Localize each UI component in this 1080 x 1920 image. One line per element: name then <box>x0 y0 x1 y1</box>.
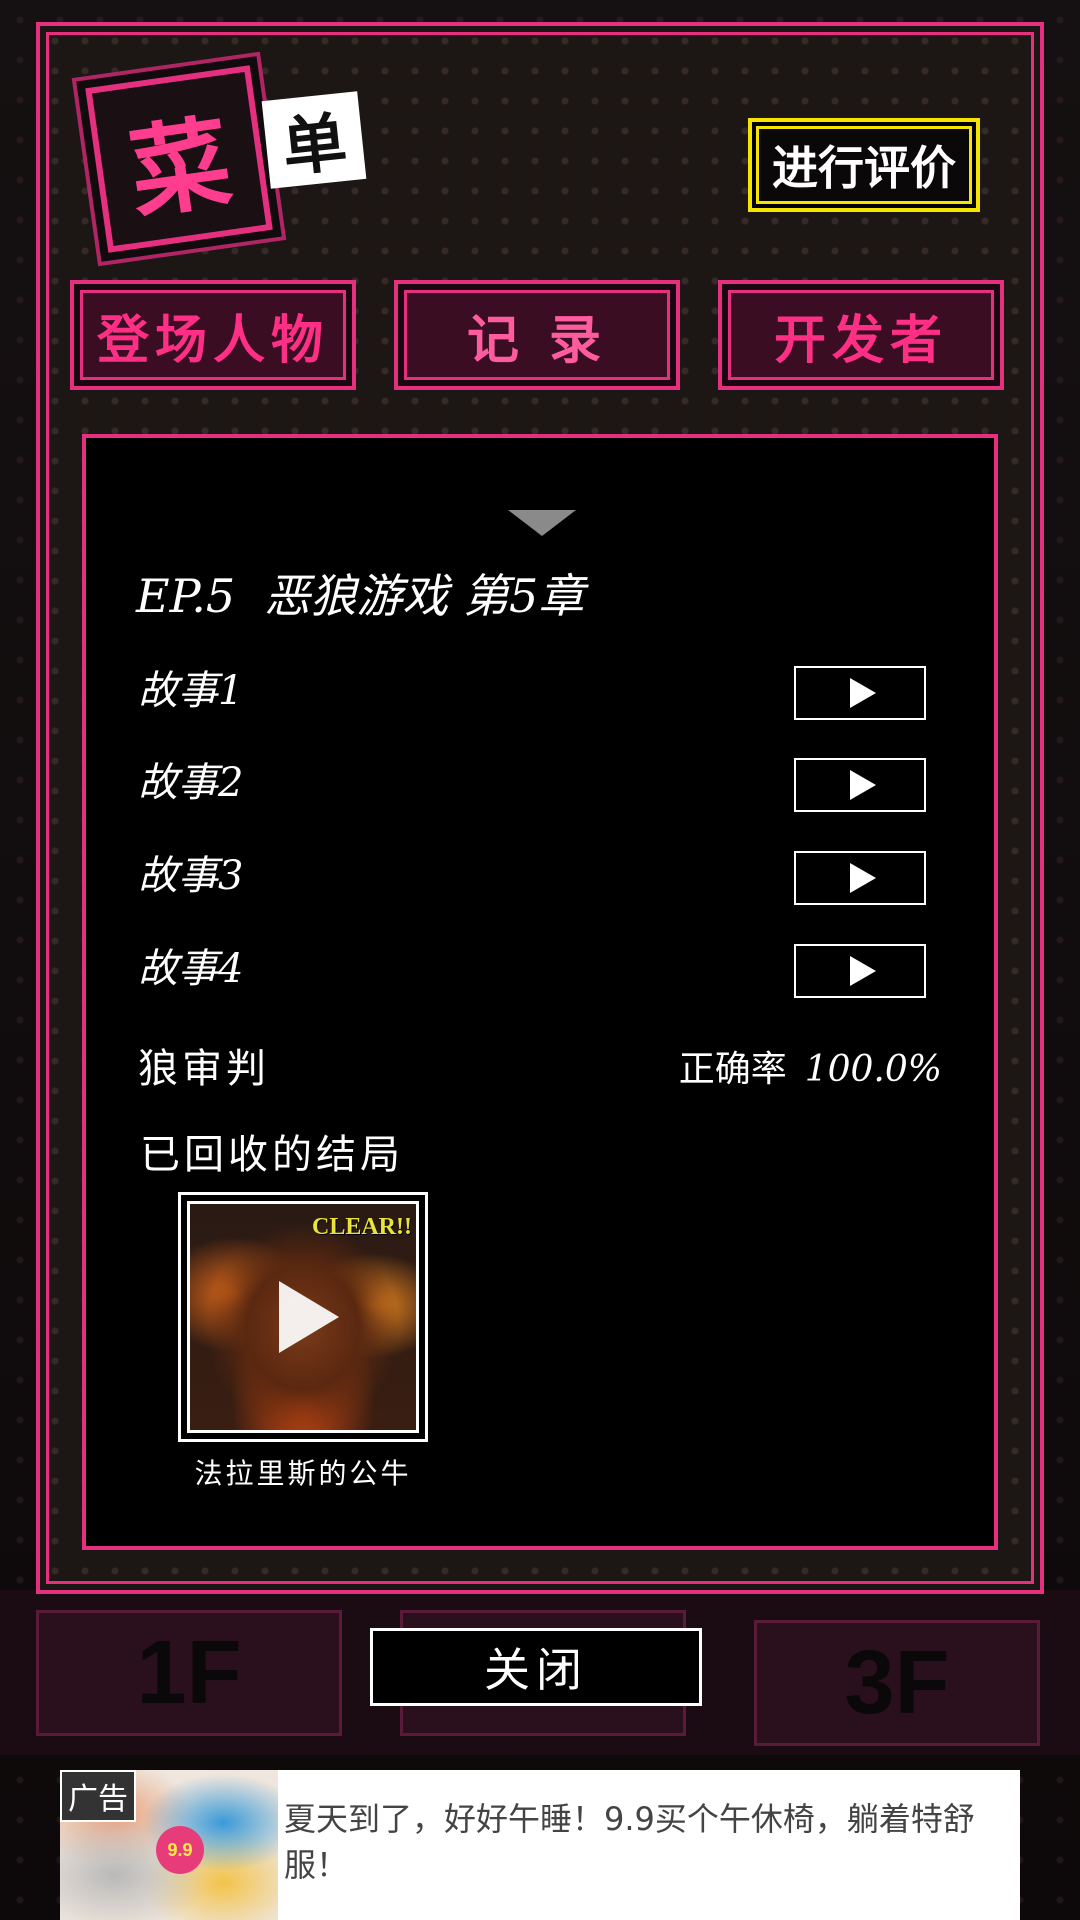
clear-badge: CLEAR!! <box>312 1214 412 1240</box>
play-icon <box>279 1281 339 1353</box>
ad-price-tag: 9.9 <box>156 1826 204 1874</box>
close-button[interactable]: 关闭 <box>370 1628 702 1706</box>
endings-label: 已回收的结局 <box>140 1132 404 1178</box>
rate-button[interactable]: 进行评价 <box>748 118 980 212</box>
episode-title: EP.5 恶狼游戏 第5章 <box>136 569 585 623</box>
accuracy-readout: 正确率 100.0% <box>679 1040 942 1092</box>
ending-thumbnail[interactable]: CLEAR!! <box>178 1192 428 1442</box>
story-4-play-button[interactable] <box>794 944 926 998</box>
menu-title-sub: 单 <box>261 91 367 189</box>
tab-records[interactable]: 记 录 <box>394 280 680 390</box>
story-3-play-button[interactable] <box>794 851 926 905</box>
play-icon <box>850 863 876 893</box>
tab-developer[interactable]: 开发者 <box>718 280 1004 390</box>
story-label: 故事4 <box>138 946 244 992</box>
ad-text: 夏天到了，好好午睡！9.9买个午休椅，躺着特舒服！ <box>284 1800 975 1884</box>
menu-title: 菜 <box>85 65 273 253</box>
ad-banner[interactable]: 9.9 广告 夏天到了，好好午睡！9.9买个午休椅，躺着特舒服！ <box>60 1770 1020 1920</box>
play-icon <box>850 956 876 986</box>
play-icon <box>850 770 876 800</box>
play-icon <box>850 678 876 708</box>
story-label: 故事1 <box>138 668 244 714</box>
ad-badge: 广告 <box>60 1770 136 1822</box>
accuracy-value: 100.0% <box>804 1049 942 1090</box>
story-2-play-button[interactable] <box>794 758 926 812</box>
story-label: 故事3 <box>138 853 244 899</box>
tab-characters[interactable]: 登场人物 <box>70 280 356 390</box>
story-1-play-button[interactable] <box>794 666 926 720</box>
floor-tag-1f: 1F <box>36 1610 342 1736</box>
floor-tag-3f: 3F <box>754 1620 1040 1746</box>
accuracy-label: 正确率 <box>678 1049 787 1090</box>
story-label: 故事2 <box>138 760 244 806</box>
ending-caption: 法拉里斯的公牛 <box>194 1457 412 1490</box>
wolf-judgement-label: 狼审判 <box>138 1046 270 1092</box>
expand-arrow-icon[interactable] <box>508 510 576 536</box>
ending-image: CLEAR!! <box>187 1201 419 1433</box>
